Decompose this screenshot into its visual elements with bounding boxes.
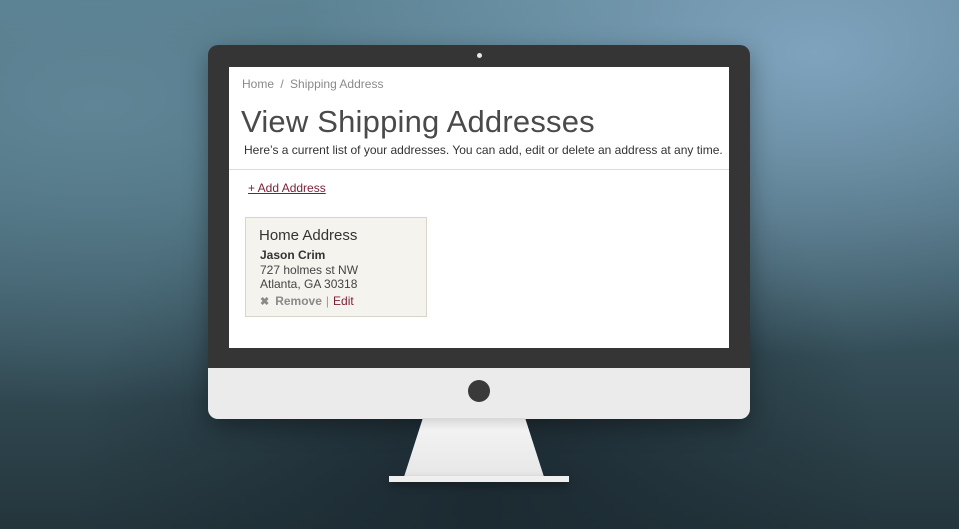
remove-address-link[interactable]: Remove	[275, 294, 322, 308]
camera-dot	[477, 53, 482, 58]
screen: Home / Shipping Address View Shipping Ad…	[229, 67, 729, 348]
page-subtitle: Here’s a current list of your addresses.…	[244, 143, 723, 157]
address-actions: ✖ Remove | Edit	[260, 294, 354, 308]
breadcrumb-current: Shipping Address	[290, 77, 384, 91]
monitor-foot	[389, 476, 569, 482]
page-title: View Shipping Addresses	[241, 104, 595, 139]
breadcrumb: Home / Shipping Address	[242, 77, 383, 91]
breadcrumb-separator: /	[280, 77, 284, 91]
address-street: 727 holmes st NW	[260, 263, 359, 277]
divider	[229, 169, 729, 170]
breadcrumb-home-link[interactable]: Home	[242, 77, 274, 91]
monitor-bezel: Home / Shipping Address View Shipping Ad…	[208, 45, 750, 368]
monitor-chin	[208, 368, 750, 419]
add-address-link[interactable]: + Add Address	[248, 181, 326, 195]
action-separator: |	[325, 294, 330, 308]
address-title: Home Address	[259, 227, 358, 244]
address-city: Atlanta, GA 30318	[260, 277, 358, 291]
monitor-stand	[403, 418, 545, 480]
close-icon[interactable]: ✖	[260, 295, 269, 308]
address-name: Jason Crim	[260, 248, 326, 262]
power-button	[468, 380, 490, 402]
edit-address-link[interactable]: Edit	[333, 294, 354, 308]
address-card: Home Address Jason Crim 727 holmes st NW…	[245, 217, 427, 317]
monitor: Home / Shipping Address View Shipping Ad…	[208, 45, 750, 419]
